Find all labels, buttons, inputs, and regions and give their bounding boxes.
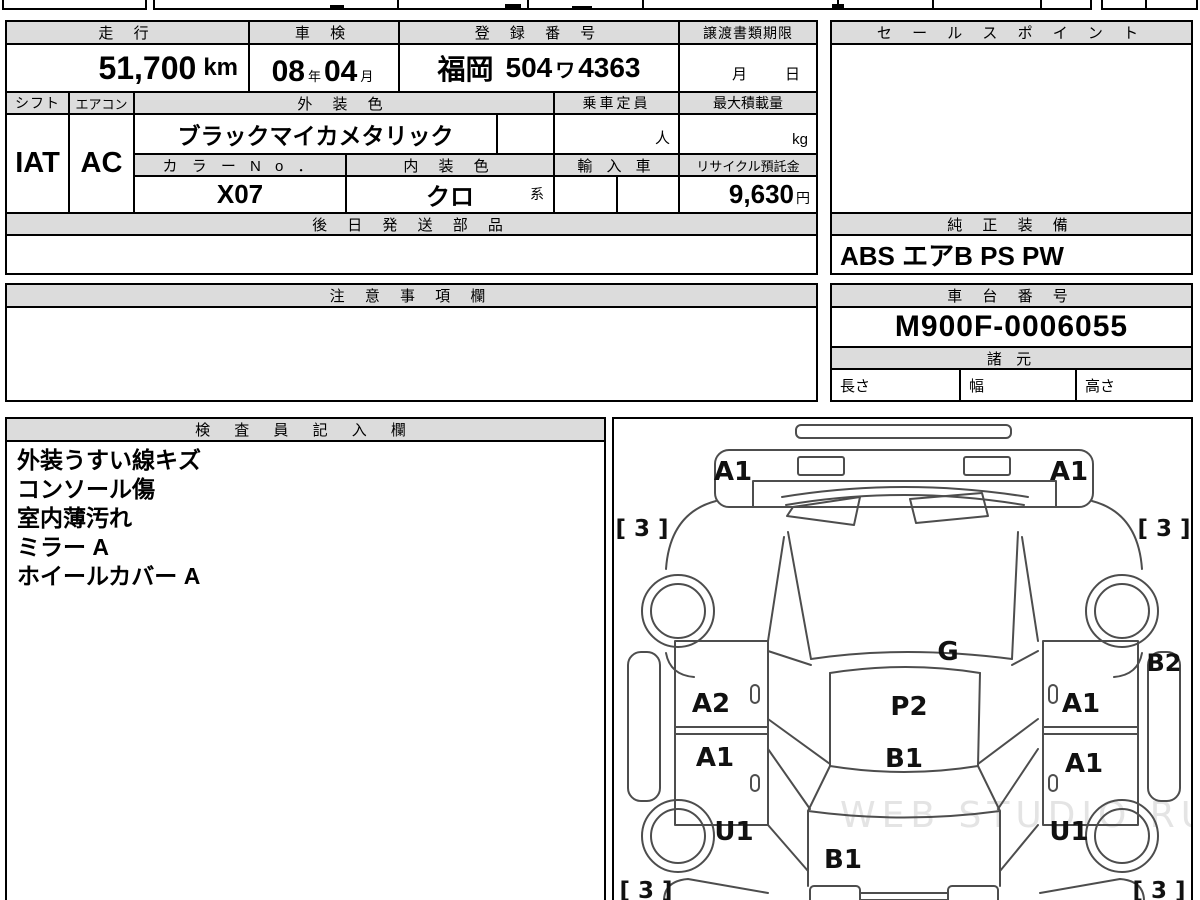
mileage-cell: 51,700 km <box>5 43 250 93</box>
transfer-day-unit: 日 <box>784 66 800 83</box>
inspection-month: 04 <box>324 55 358 88</box>
spec-length-cell: 長さ <box>830 368 961 402</box>
tire-mark-front-left: [ 3 ] <box>615 516 668 542</box>
capacity-cell: 人 <box>553 113 680 155</box>
recycle-deposit-cell: 9,630 円 <box>678 175 818 214</box>
inspection-year-unit: 年 <box>307 69 321 84</box>
tire-mark-front-right: [ 3 ] <box>1137 516 1190 542</box>
damage-code-quarter-right: U1 <box>1049 817 1088 847</box>
registration-cell: 福岡 504 ワ 4363 <box>398 43 680 93</box>
damage-code-rear-window: B1 <box>824 845 862 875</box>
spec-length-label: 長さ <box>840 377 871 395</box>
transfer-deadline-cell: 月 日 <box>678 43 818 93</box>
registration-region: 福岡 <box>437 54 494 85</box>
damage-code-quarter-left: U1 <box>714 817 753 847</box>
inspector-body: 外装うすい線キズ コンソール傷 室内薄汚れ ミラー A ホイールカバー A <box>5 440 606 900</box>
registration-class: 504 <box>505 52 553 83</box>
imported-header: 輸 入 車 <box>553 153 680 177</box>
inspection-year: 08 <box>271 55 305 88</box>
equipment-header: 純 正 装 備 <box>830 212 1193 236</box>
spec-width-cell: 幅 <box>959 368 1077 402</box>
recycle-deposit-header: リサイクル預託金 <box>678 153 818 177</box>
equipment-value: ABS エアB PS PW <box>830 234 1193 275</box>
sales-point-body <box>830 43 1193 214</box>
inspector-note: 室内薄汚れ <box>17 505 132 531</box>
registration-serial: 4363 <box>578 52 641 83</box>
later-parts-body <box>5 234 818 275</box>
max-load-header: 最大積載量 <box>678 91 818 115</box>
registration-kana: ワ <box>555 59 576 82</box>
inspection-month-unit: 月 <box>360 69 374 84</box>
max-load-cell: kg <box>678 113 818 155</box>
caution-header: 注 意 事 項 欄 <box>5 283 818 308</box>
recycle-deposit-unit: 円 <box>796 189 810 206</box>
tire-mark-rear-right: [ 3 ] <box>1132 878 1185 900</box>
mileage-header: 走 行 <box>5 20 250 45</box>
capacity-unit: 人 <box>654 130 670 147</box>
recycle-deposit-value: 9,630 <box>728 179 794 209</box>
inspector-note: ミラー A <box>17 534 109 560</box>
inspection-header: 車 検 <box>248 20 400 45</box>
exterior-color-extra-cell <box>496 113 555 155</box>
exterior-color-value: ブラックマイカメタリック <box>133 113 498 155</box>
damage-code-sill-right: B2 <box>1147 649 1182 677</box>
interior-color-header: 内 装 色 <box>345 153 555 177</box>
damage-code-door-front-left: A2 <box>692 689 730 719</box>
aircon-value: AC <box>68 113 135 214</box>
damage-code-door-rear-right: A1 <box>1065 749 1103 779</box>
damage-code-windshield: G <box>937 637 958 667</box>
tire-mark-rear-left: [ 3 ] <box>619 878 672 900</box>
color-no-header: カ ラ ー N o ． <box>133 153 347 177</box>
interior-color-suffix: 系 <box>530 186 544 202</box>
cutoff-cell <box>1145 0 1198 10</box>
chassis-value: M900F-0006055 <box>830 306 1193 348</box>
shift-value: IAT <box>5 113 70 214</box>
auction-sheet: 走 行 車 検 登 録 番 号 譲渡書類期限 51,700 km 08 年 04… <box>0 0 1200 900</box>
mileage-unit: km <box>203 54 238 81</box>
transfer-month-unit: 月 <box>731 66 747 83</box>
cutoff-cell <box>153 0 1092 10</box>
inspector-note: コンソール傷 <box>17 476 155 502</box>
chassis-header: 車 台 番 号 <box>830 283 1193 308</box>
cutoff-cell <box>1101 0 1147 10</box>
car-damage-diagram: WEB STUDIO RU A1 A1 [3] [3] G B2 A2 … <box>615 424 1200 900</box>
exterior-color-header: 外 装 色 <box>133 91 555 115</box>
damage-code-roof: P2 <box>890 692 927 722</box>
registration-header: 登 録 番 号 <box>398 20 680 45</box>
inspection-cell: 08 年 04 月 <box>248 43 400 93</box>
spec-height-cell: 高さ <box>1075 368 1193 402</box>
capacity-header: 乗車定員 <box>553 91 680 115</box>
damage-code-front-right: A1 <box>1050 457 1088 487</box>
inspector-note: ホイールカバー A <box>17 563 201 589</box>
color-no-value: X07 <box>133 175 347 214</box>
inspector-header: 検 査 員 記 入 欄 <box>5 417 606 442</box>
damage-code-front-left: A1 <box>714 457 752 487</box>
spec-width-label: 幅 <box>969 377 985 395</box>
later-parts-header: 後 日 発 送 部 品 <box>5 212 818 236</box>
transfer-deadline-header: 譲渡書類期限 <box>678 20 818 45</box>
max-load-unit: kg <box>792 131 808 148</box>
inspector-note: 外装うすい線キズ <box>17 447 201 473</box>
damage-diagram-box: WEB STUDIO RU A1 A1 [3] [3] G B2 A2 … <box>612 417 1200 900</box>
interior-color-value: クロ <box>426 184 474 211</box>
aircon-header: エアコン <box>68 91 135 115</box>
damage-code-door-front-right: A1 <box>1062 689 1100 719</box>
mileage-value: 51,700 <box>98 49 197 86</box>
cutoff-cell <box>2 0 147 10</box>
shift-header: シフト <box>5 91 70 115</box>
imported-cell-1 <box>553 175 618 214</box>
damage-code-door-rear-left: A1 <box>696 743 734 773</box>
sales-point-header: セ ー ル ス ポ イ ン ト <box>830 20 1193 45</box>
caution-body <box>5 306 818 402</box>
spec-height-label: 高さ <box>1085 377 1116 395</box>
specs-header: 諸 元 <box>830 346 1193 370</box>
damage-code-roof-rear: B1 <box>885 744 923 774</box>
imported-cell-2 <box>616 175 680 214</box>
interior-color-cell: クロ 系 <box>345 175 555 214</box>
